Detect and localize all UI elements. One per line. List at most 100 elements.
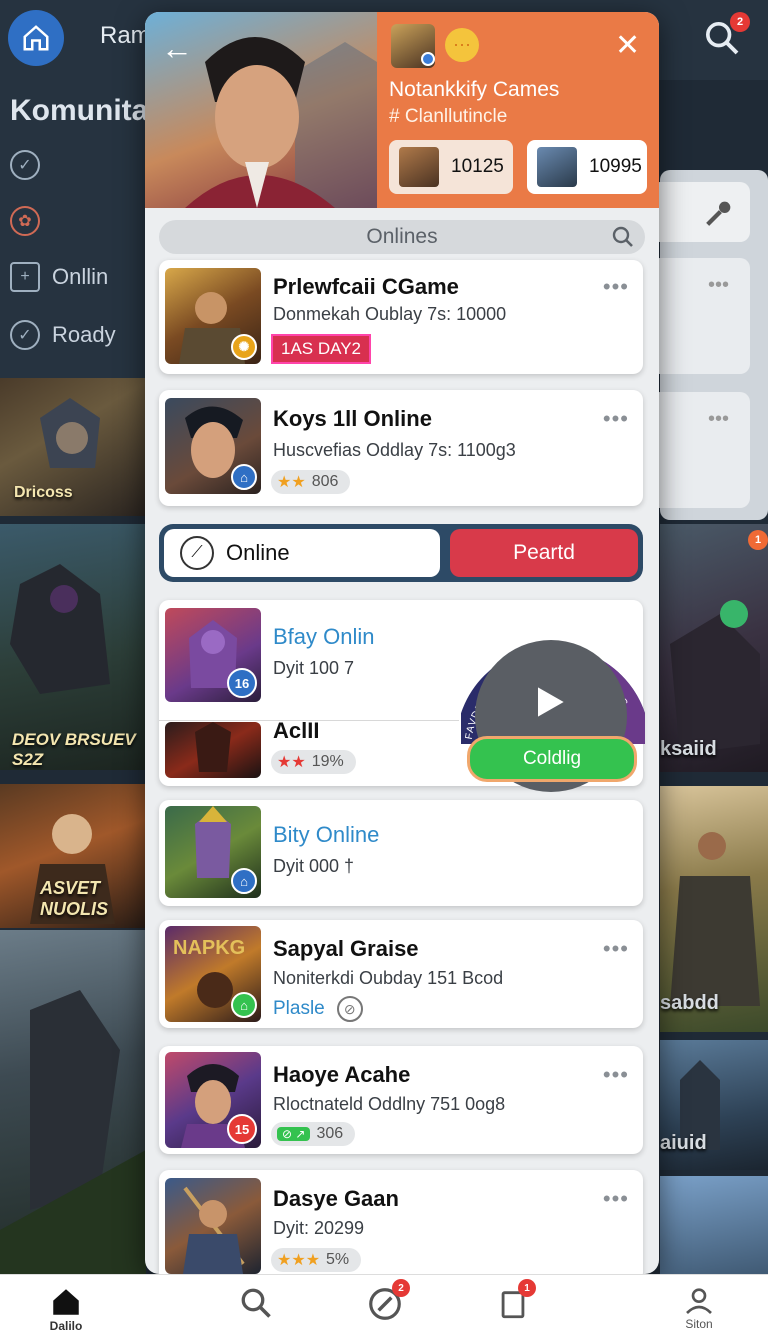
search-icon xyxy=(241,1288,271,1318)
play-link[interactable]: Plasle xyxy=(273,998,325,1020)
game-subtitle: Huscvefias Oddlay 7s: 1100g3 xyxy=(273,440,516,460)
hero-image: ← xyxy=(145,12,377,208)
modal-title: Notankkify Cames xyxy=(389,78,560,101)
play-icon xyxy=(538,687,564,717)
level-badge: 15 xyxy=(227,1114,257,1144)
coding-button[interactable]: Coldlig xyxy=(467,736,637,782)
more-button[interactable]: ••• xyxy=(603,936,629,962)
nav-item-library[interactable]: 1 xyxy=(496,1279,536,1323)
more-button[interactable]: ••• xyxy=(603,406,629,432)
sidebar-item[interactable]: ✓ xyxy=(10,150,52,180)
home-icon xyxy=(53,1289,79,1315)
game-card[interactable]: 15 Haoye Acahe Rloctnateld Oddlny 751 0o… xyxy=(159,1046,643,1154)
nav-item-home[interactable]: Dalilo xyxy=(48,1285,84,1333)
game-tile[interactable] xyxy=(0,930,146,1274)
tile-caption: aiuid xyxy=(660,1132,707,1154)
disabled-icon: ⊘ xyxy=(336,996,363,1022)
game-thumbnail xyxy=(165,1178,261,1274)
game-title: Koys 1ll Online xyxy=(273,406,432,431)
controller-badge-icon: ⌂ xyxy=(231,992,257,1018)
game-tile[interactable]: ASVET NUOLIS xyxy=(0,784,146,928)
svg-text:NAPKG: NAPKG xyxy=(173,937,245,959)
toggle-period[interactable]: Peartd xyxy=(450,529,638,577)
game-card[interactable]: ✺ Prlewfcaii CGame Donmekah Oublay 7s: 1… xyxy=(159,260,643,374)
game-thumbnail: ⌂ xyxy=(165,398,261,494)
game-title: Sapyal Graise xyxy=(273,936,419,961)
game-tile[interactable]: Dricoss xyxy=(0,378,146,516)
rating-chip: ★★ 19% xyxy=(271,750,356,774)
compass-icon: ⟋ xyxy=(180,536,214,570)
flower-icon: ✿ xyxy=(10,206,40,236)
app-title: Ram xyxy=(100,22,151,49)
game-subtitle: Noniterkdi Oubday 151 Bcod xyxy=(273,968,504,988)
sidebar-item-online[interactable]: + Onllin xyxy=(10,262,108,292)
toggle-online[interactable]: ⟋ Online xyxy=(164,529,440,577)
background-card: ••• xyxy=(650,258,750,374)
sidebar-item-ready[interactable]: ✓ Roady xyxy=(10,320,116,350)
rating-chip: ★★ 806 xyxy=(271,470,351,494)
verified-icon xyxy=(421,52,435,66)
game-tile[interactable]: DEOV BRSUEV S2Z xyxy=(0,524,146,770)
game-tile[interactable]: 1 ksaiid xyxy=(660,524,768,772)
plus-square-icon: + xyxy=(10,262,40,292)
event-tag: 1AS DAY2 xyxy=(271,334,372,364)
chat-icon[interactable]: ⋯ xyxy=(445,28,479,62)
modal-header: ← ⋯ ✕ Notankkify Cames # Clanllutincle 1… xyxy=(145,12,659,208)
level-badge: 16 xyxy=(227,668,257,698)
tile-caption: sabdd xyxy=(660,992,719,1014)
background-card xyxy=(650,182,750,242)
sidebar-item[interactable]: ✿ xyxy=(10,206,52,236)
close-button[interactable]: ✕ xyxy=(615,28,640,63)
controller-badge-icon: ⌂ xyxy=(231,868,257,894)
game-thumbnail: ⌂ xyxy=(165,806,261,898)
game-title: AclII xyxy=(273,718,320,743)
back-button[interactable]: ← xyxy=(161,30,193,67)
rating-chip: ⊘ ↗ 306 xyxy=(271,1122,356,1146)
tile-caption: ksaiid xyxy=(660,738,717,760)
game-subtitle: Rloctnateld Oddlny 751 0og8 xyxy=(273,1094,506,1114)
search-bar[interactable]: Onlines xyxy=(159,220,645,254)
tile-badge: 1 xyxy=(748,530,768,550)
game-title: Dasye Gaan xyxy=(273,1186,399,1211)
modal-subtitle: # Clanllutincle xyxy=(389,106,508,127)
game-card[interactable]: Dasye Gaan Dyit: 20299 ★★★ 5% ••• xyxy=(159,1170,643,1274)
search-icon xyxy=(706,201,731,226)
stat-chip[interactable]: 10125 xyxy=(389,140,513,194)
stat-chip[interactable]: 10995 xyxy=(527,140,647,194)
filter-toggle: ⟋ Online Peartd xyxy=(159,524,643,582)
game-tile[interactable]: aiuid xyxy=(660,1040,768,1170)
game-subtitle: Dyit 100 7 xyxy=(273,658,355,678)
nav-item-profile[interactable]: Siton xyxy=(682,1285,716,1331)
more-button[interactable]: ••• xyxy=(603,1062,629,1088)
game-thumbnail: 15 xyxy=(165,1052,261,1148)
game-thumbnail: NAPKG ⌂ xyxy=(165,926,261,1022)
game-card[interactable]: ⌂ Bity Online Dyit 000 † xyxy=(159,800,643,906)
search-icon xyxy=(612,226,633,247)
game-title: Bfay Onlin xyxy=(273,624,375,649)
notification-badge: 2 xyxy=(730,12,750,32)
nav-item-explore[interactable]: 2 xyxy=(366,1279,410,1323)
game-tile[interactable] xyxy=(660,1176,768,1274)
home-icon xyxy=(23,25,49,51)
avatar xyxy=(537,147,577,187)
home-button[interactable] xyxy=(8,10,64,66)
star-icon: ★★★ xyxy=(277,1252,321,1269)
nav-badge: 2 xyxy=(392,1279,410,1297)
game-card[interactable]: NAPKG ⌂ Sapyal Graise Noniterkdi Oubday … xyxy=(159,920,643,1028)
check-circle-icon: ✓ xyxy=(10,150,40,180)
nav-item-search[interactable] xyxy=(238,1285,274,1321)
search-button[interactable]: 2 xyxy=(702,12,750,62)
rating-chip: ★★★ 5% xyxy=(271,1248,362,1272)
more-button[interactable]: ••• xyxy=(603,274,629,300)
game-card[interactable]: ⌂ Koys 1ll Online Huscvefias Oddlay 7s: … xyxy=(159,390,643,506)
bottom-nav: Dalilo 2 1 Siton xyxy=(0,1274,768,1344)
avatar xyxy=(399,147,439,187)
person-icon xyxy=(686,1288,712,1314)
game-title: Prlewfcaii CGame xyxy=(273,274,459,299)
gear-badge-icon: ✺ xyxy=(231,334,257,360)
game-thumbnail: 16 xyxy=(165,608,261,702)
game-tile[interactable]: sabdd xyxy=(660,786,768,1032)
tile-caption: ASVET NUOLIS xyxy=(40,878,109,919)
more-button[interactable]: ••• xyxy=(603,1186,629,1212)
game-modal: ← ⋯ ✕ Notankkify Cames # Clanllutincle 1… xyxy=(145,12,659,1274)
